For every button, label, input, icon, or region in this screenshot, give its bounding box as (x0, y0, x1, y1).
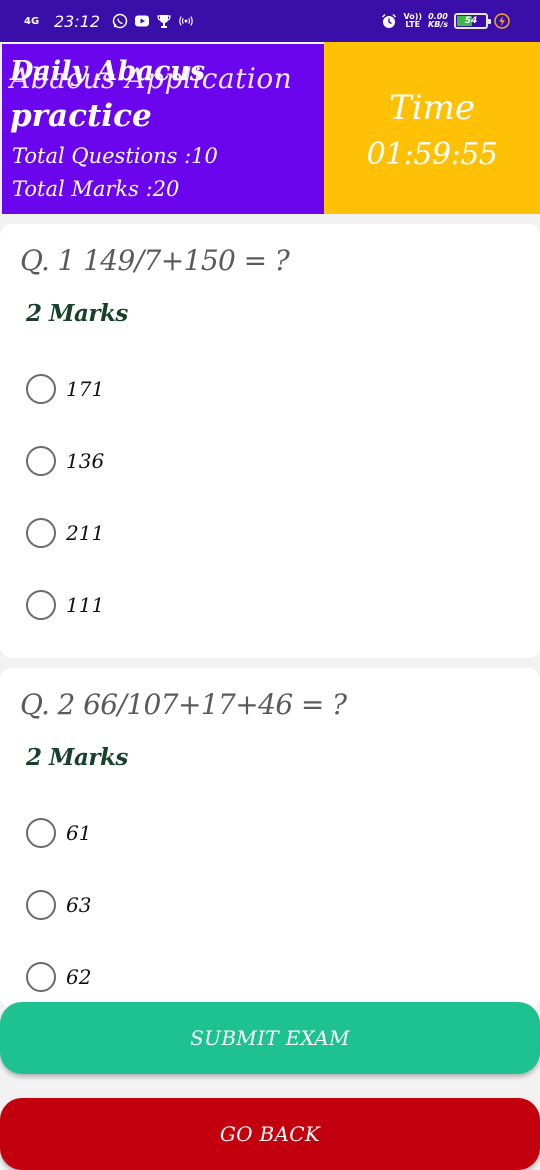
option-label: 63 (66, 893, 92, 917)
network-speed: 0.00 KB/s (428, 13, 448, 29)
option-label: 62 (66, 965, 92, 989)
speed-unit: KB/s (428, 20, 448, 29)
total-marks: Total Marks :20 (12, 177, 180, 201)
charging-icon (494, 13, 510, 29)
question-card-1: Q. 1 149/7+150 = ? 2 Marks 171 136 211 1… (0, 224, 540, 658)
answer-option[interactable]: 211 (26, 517, 506, 549)
go-back-button[interactable]: GO BACK (0, 1098, 540, 1170)
exam-info-panel: Abacus Application Daily Abacus practice… (2, 44, 324, 214)
radio-button[interactable] (26, 818, 56, 848)
option-label: 211 (66, 521, 105, 545)
radio-button[interactable] (26, 890, 56, 920)
battery-icon: 54 (454, 13, 491, 29)
question-marks: 2 Marks (26, 744, 128, 771)
status-bar: 4G 23:12 Vo)) LTE 0.00 KB/s 54 (0, 0, 540, 42)
option-label: 61 (66, 821, 92, 845)
hotspot-icon (178, 13, 194, 29)
answer-option[interactable]: 136 (26, 445, 506, 477)
exam-title: Daily Abacus (10, 56, 206, 87)
option-label: 111 (66, 593, 105, 617)
status-time: 23:12 (54, 11, 101, 31)
status-left: 4G 23:12 (24, 10, 194, 32)
radio-button[interactable] (26, 962, 56, 992)
submit-exam-button[interactable]: SUBMIT EXAM (0, 1002, 540, 1074)
exam-title-line2: practice (10, 98, 152, 134)
option-label: 136 (66, 449, 105, 473)
answer-option[interactable]: 111 (26, 589, 506, 621)
radio-button[interactable] (26, 374, 56, 404)
whatsapp-icon (112, 13, 128, 29)
timer-value: 01:59:55 (366, 137, 498, 172)
answer-option[interactable]: 62 (26, 961, 506, 993)
answer-option[interactable]: 61 (26, 817, 506, 849)
radio-button[interactable] (26, 518, 56, 548)
battery-level: 54 (464, 16, 478, 26)
question-title: Q. 1 149/7+150 = ? (20, 244, 290, 277)
answer-option[interactable]: 171 (26, 373, 506, 405)
option-label: 171 (66, 377, 105, 401)
status-right: Vo)) LTE 0.00 KB/s 54 (381, 10, 510, 32)
trophy-icon (156, 13, 172, 29)
question-card-2: Q. 2 66/107+17+46 = ? 2 Marks 61 63 62 (0, 668, 540, 1008)
exam-header: Abacus Application Daily Abacus practice… (0, 42, 540, 214)
question-title: Q. 2 66/107+17+46 = ? (20, 688, 347, 721)
volte-indicator: Vo)) LTE (403, 13, 422, 29)
question-marks: 2 Marks (26, 300, 128, 327)
alarm-icon (381, 13, 397, 29)
radio-button[interactable] (26, 446, 56, 476)
answer-option[interactable]: 63 (26, 889, 506, 921)
radio-button[interactable] (26, 590, 56, 620)
youtube-icon (134, 13, 150, 29)
timer-panel: Time 01:59:55 (324, 42, 540, 214)
total-questions: Total Questions :10 (12, 144, 218, 168)
timer-label: Time (389, 88, 475, 128)
network-indicator: 4G (24, 15, 40, 27)
lte-label: LTE (405, 20, 421, 29)
